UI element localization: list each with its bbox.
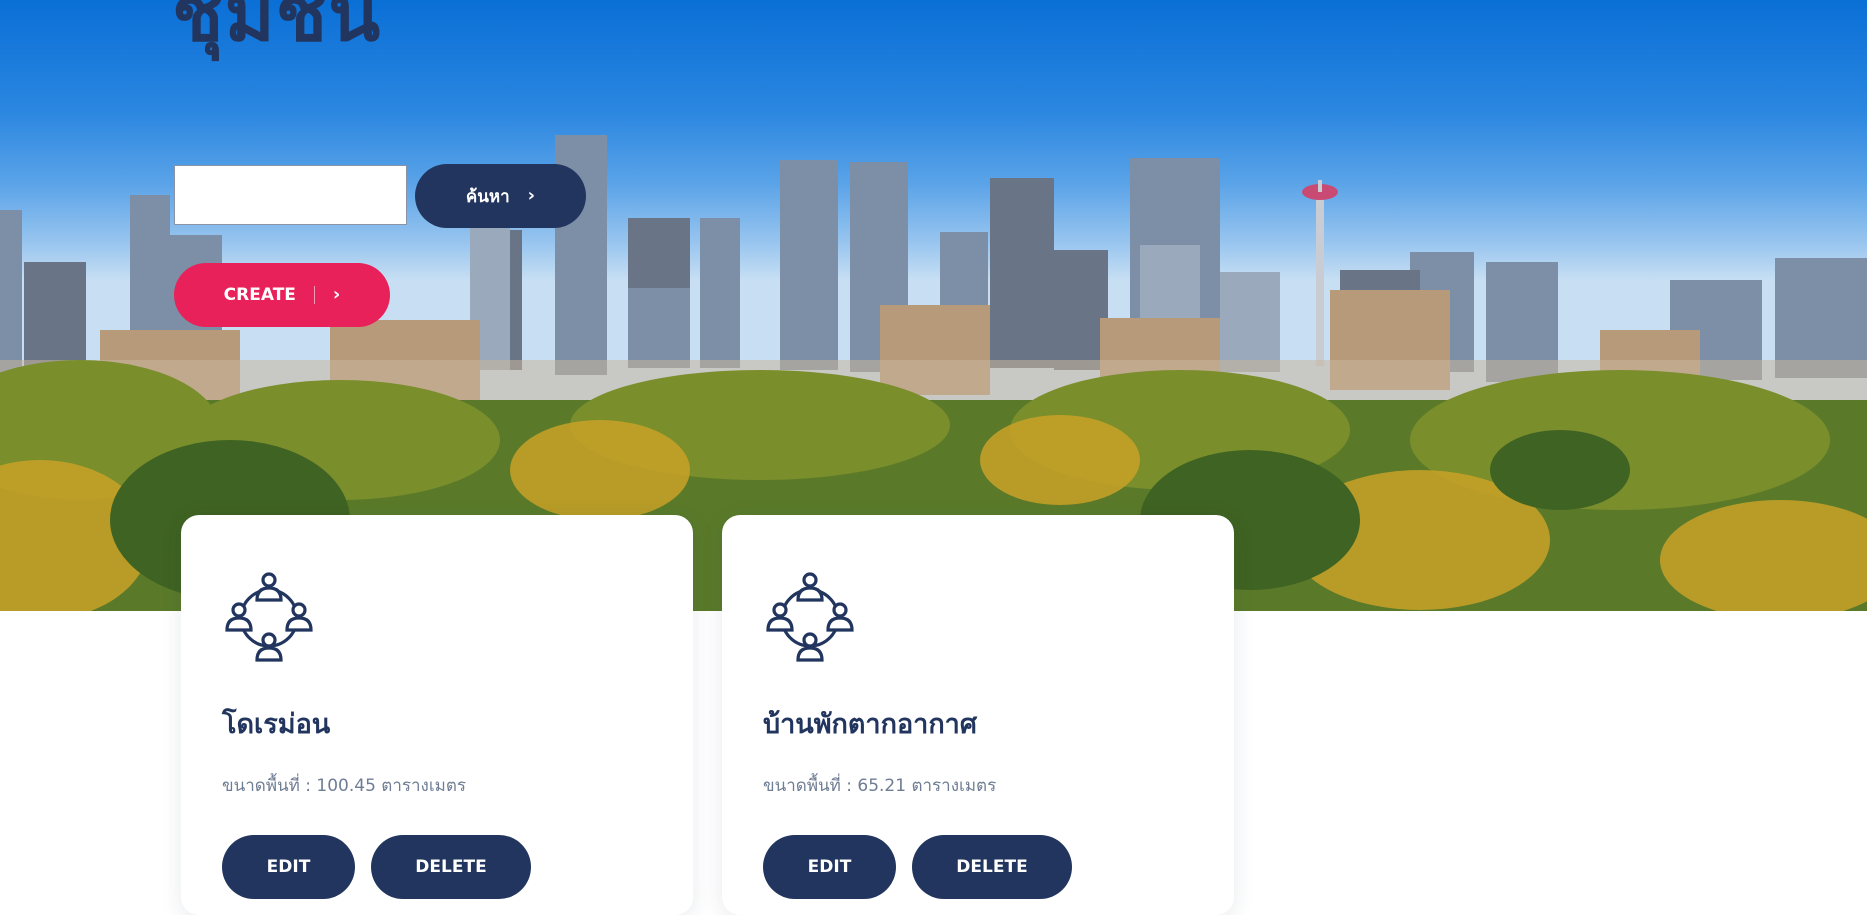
create-button[interactable]: CREATE › <box>174 263 390 327</box>
community-area: ขนาดพื้นที่ : 65.21 ตารางเมตร <box>763 776 997 796</box>
chevron-right-icon: › <box>332 284 341 305</box>
edit-button[interactable]: EDIT <box>763 835 896 899</box>
search-button[interactable]: ค้นหา › <box>415 164 586 228</box>
community-people-icon <box>766 572 854 662</box>
search-input[interactable] <box>174 165 407 225</box>
button-divider <box>313 286 315 304</box>
community-card: บ้านพักตากอากาศ ขนาดพื้นที่ : 65.21 ตารา… <box>722 515 1234 915</box>
edit-button[interactable]: EDIT <box>222 835 355 899</box>
delete-button[interactable]: DELETE <box>371 835 531 899</box>
community-card: โดเรม่อน ขนาดพื้นที่ : 100.45 ตารางเมตร … <box>181 515 693 915</box>
community-people-icon <box>225 572 313 662</box>
page-title: ชุมชน <box>172 0 382 58</box>
community-name: โดเรม่อน <box>222 709 331 740</box>
community-area: ขนาดพื้นที่ : 100.45 ตารางเมตร <box>222 776 467 796</box>
delete-button[interactable]: DELETE <box>912 835 1072 899</box>
create-button-label: CREATE <box>223 285 296 305</box>
chevron-right-icon: › <box>527 185 536 206</box>
search-button-label: ค้นหา <box>465 186 510 207</box>
community-name: บ้านพักตากอากาศ <box>763 709 977 740</box>
